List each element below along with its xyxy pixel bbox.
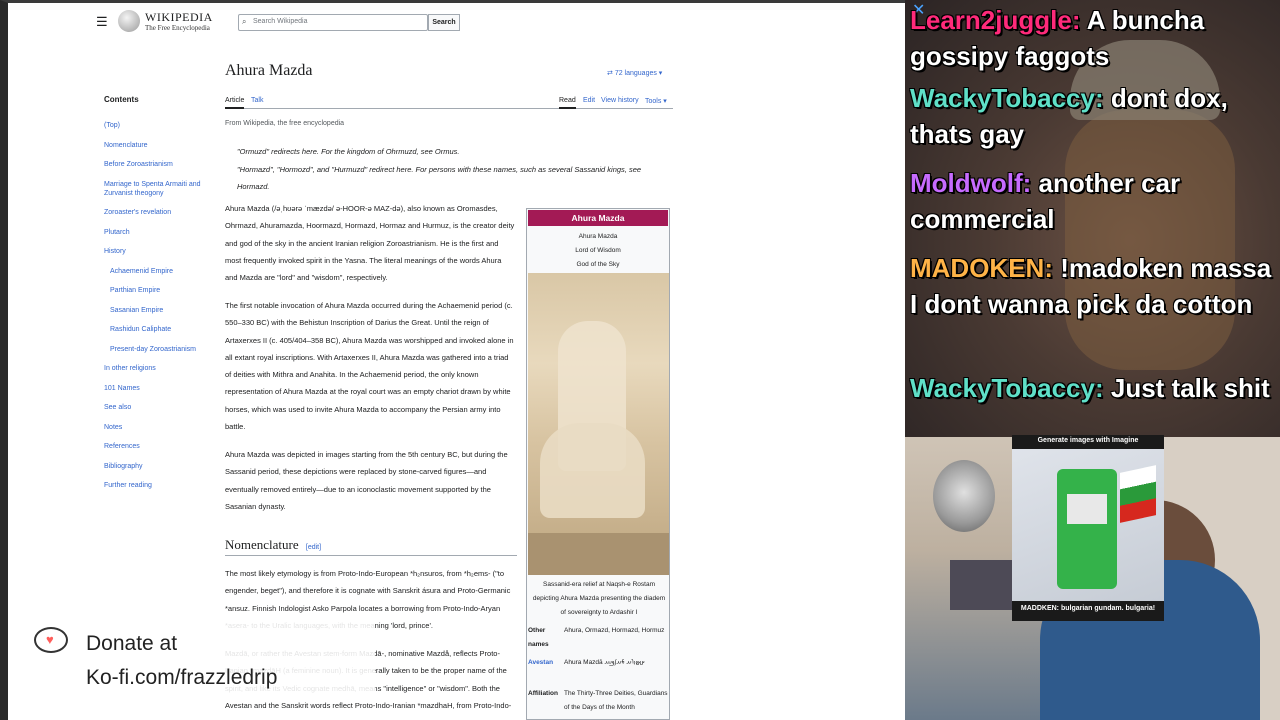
toc-item[interactable]: Bibliography (104, 462, 214, 471)
toc-item[interactable]: Rashidun Caliphate (110, 325, 214, 334)
gundam-chest (1067, 494, 1107, 524)
toc-item[interactable]: Parthian Empire (110, 286, 214, 295)
chat-message: WackyTobaccy: dont dox, thats gay (910, 80, 1275, 152)
chat-message: MADOKEN: !madoken massa I dont wanna pic… (910, 250, 1275, 322)
language-button[interactable]: ⇄ 72 languages ▾ (607, 69, 662, 77)
toc-item[interactable]: 101 Names (104, 384, 214, 393)
toc-item[interactable]: Plutarch (104, 228, 214, 237)
toc-item[interactable]: History (104, 247, 214, 256)
tools-label: Tools (645, 98, 662, 105)
webcam-lamp (933, 460, 995, 532)
toc-item[interactable]: Present-day Zoroastrianism (110, 345, 214, 354)
toc-item[interactable]: Zoroaster's revelation (104, 208, 214, 217)
infobox-subtitle-2: Lord of Wisdom (575, 247, 621, 254)
imagine-card: Generate images with Imagine MADDKEN: bu… (1012, 435, 1164, 621)
toc-item[interactable]: References (104, 442, 214, 451)
chat-username: Learn2juggle: (910, 5, 1081, 35)
infobox-label: Affiliation (528, 690, 558, 697)
chat-message: WackyTobaccy: Just talk shit (910, 370, 1275, 406)
imagine-card-caption: MADDKEN: bulgarian gundam. bulgaria! (1020, 605, 1156, 612)
tab-view-history[interactable]: View history (601, 97, 639, 104)
infobox-subtitle-3: God of the Sky (576, 261, 620, 268)
table-of-contents: Contents (Top) Nomenclature Before Zoroast… (104, 95, 214, 501)
toc-item[interactable]: Marriage to Spenta Armaiti and Zurvanist… (104, 180, 214, 198)
tab-talk[interactable]: Talk (251, 97, 263, 104)
imagine-card-title: Generate images with Imagine (1037, 437, 1139, 444)
search-button[interactable]: Search (428, 14, 460, 31)
gundam-body (1057, 469, 1117, 589)
relief-horse (540, 423, 645, 518)
wikipedia-logo-icon[interactable] (118, 10, 140, 32)
relief-image[interactable] (528, 273, 669, 575)
hatnote-hormazd: "Hormazd", "Hormozd", and "Hurmuzd" redi… (237, 165, 642, 191)
chat-message: Moldwolf: another car commercial (910, 165, 1275, 237)
toc-item[interactable]: (Top) (104, 121, 214, 130)
tab-read[interactable]: Read (559, 97, 576, 109)
search-input[interactable]: ⌕ Search Wikipedia (238, 14, 428, 31)
wiki-header: ☰ WIKIPEDIA The Free Encyclopedia ⌕ Sear… (0, 0, 905, 42)
infobox-subtitle-1: Ahura Mazda (578, 233, 618, 240)
donate-line-2: Ko-fi.com/frazzledrip (86, 666, 278, 689)
chat-text: Just talk shit (1103, 373, 1270, 403)
infobox-row-avestan: Avestan Ahura Mazdā 𐬀𐬵𐬎𐬭𐬀 𐬨𐬀𐬰𐬛𐬁 (527, 656, 671, 686)
toc-item[interactable]: Achaemenid Empire (110, 267, 214, 276)
donate-overlay: Donate at Ko-fi.com/frazzledrip (30, 622, 375, 697)
infobox: Ahura Mazda Ahura Mazda Lord of Wisdom G… (526, 208, 670, 720)
section-title: Nomenclature (225, 537, 299, 552)
hatnote-ormuzd: "Ormuzd" redirects here. For the kingdom… (237, 147, 460, 156)
infobox-label: Other names (528, 627, 549, 648)
section-edit-link[interactable]: [edit] (306, 544, 321, 551)
chat-message: Learn2juggle: A buncha gossipy faggots (910, 2, 1275, 74)
chat-username: Moldwolf: (910, 168, 1032, 198)
lead-paragraph: Ahura Mazda (/əˌhʊərə ˈmæzdə/ ə-HOOR-ə M… (225, 204, 515, 283)
section-heading-nomenclature: Nomenclature [edit] (225, 537, 517, 556)
toc-item[interactable]: Sasanian Empire (110, 306, 214, 315)
relief-ledge (528, 533, 669, 575)
tab-article[interactable]: Article (225, 97, 245, 109)
toc-item[interactable]: Before Zoroastrianism (104, 160, 214, 169)
chat-username: MADOKEN: (910, 253, 1053, 283)
paragraph-achaemenid: The first notable invocation of Ahura Ma… (225, 301, 514, 432)
donate-line-1: Donate at (86, 632, 178, 655)
image-caption: Sassanid-era relief at Naqsh-e Rostam de… (532, 581, 666, 616)
from-wikipedia: From Wikipedia, the free encyclopedia (225, 120, 345, 127)
chat-username: WackyTobaccy: (910, 83, 1104, 113)
infobox-value: Ahura Mazdā 𐬀𐬵𐬎𐬭𐬀 𐬨𐬀𐬰𐬛𐬁 (564, 659, 645, 666)
article: Ahura Mazda ⇄ 72 languages ▾ Article Tal… (225, 62, 675, 710)
paragraph-depiction: Ahura Mazda was depicted in images start… (225, 450, 508, 511)
infobox-row-other-names: Other names Ahura, Ormazd, Hormazd, Horm… (527, 624, 671, 654)
search-placeholder: Search Wikipedia (253, 18, 308, 25)
toc-item[interactable]: See also (104, 403, 214, 412)
toc-title: Contents (104, 95, 139, 104)
infobox-row-affiliation: Affiliation The Thirty-Three Deities, Gu… (527, 687, 671, 717)
tab-edit[interactable]: Edit (583, 97, 595, 104)
toc-item[interactable]: In other religions (104, 364, 214, 373)
infobox-label[interactable]: Avestan (528, 656, 564, 670)
bulgarian-flag (1120, 465, 1156, 523)
infobox-value: The Thirty-Three Deities, Guardians of t… (564, 690, 668, 711)
toc-list: (Top) Nomenclature Before Zoroastrianism Ma… (104, 121, 214, 490)
toc-item[interactable]: Nomenclature (104, 141, 214, 150)
infobox-title: Ahura Mazda (528, 210, 668, 226)
wikipedia-tagline: The Free Encyclopedia (145, 24, 210, 32)
search-icon: ⌕ (242, 17, 247, 26)
browser-window: ☰ WIKIPEDIA The Free Encyclopedia ⌕ Sear… (0, 0, 905, 720)
tools-menu[interactable]: Tools ▾ (645, 97, 667, 105)
menu-icon[interactable]: ☰ (96, 14, 108, 30)
kofi-cup-icon (34, 627, 68, 653)
toc-item[interactable]: Further reading (104, 481, 214, 490)
page-tabs: Article Talk Read Edit View history Tool… (225, 95, 673, 109)
infobox-value: Ahura, Ormazd, Hormazd, Hormuz (564, 627, 665, 634)
chat-username: WackyTobaccy: (910, 373, 1104, 403)
wikipedia-wordmark[interactable]: WIKIPEDIA (145, 10, 213, 25)
language-count: 72 languages (614, 70, 657, 77)
gundam-image (1012, 449, 1164, 601)
toc-item[interactable]: Notes (104, 423, 214, 432)
